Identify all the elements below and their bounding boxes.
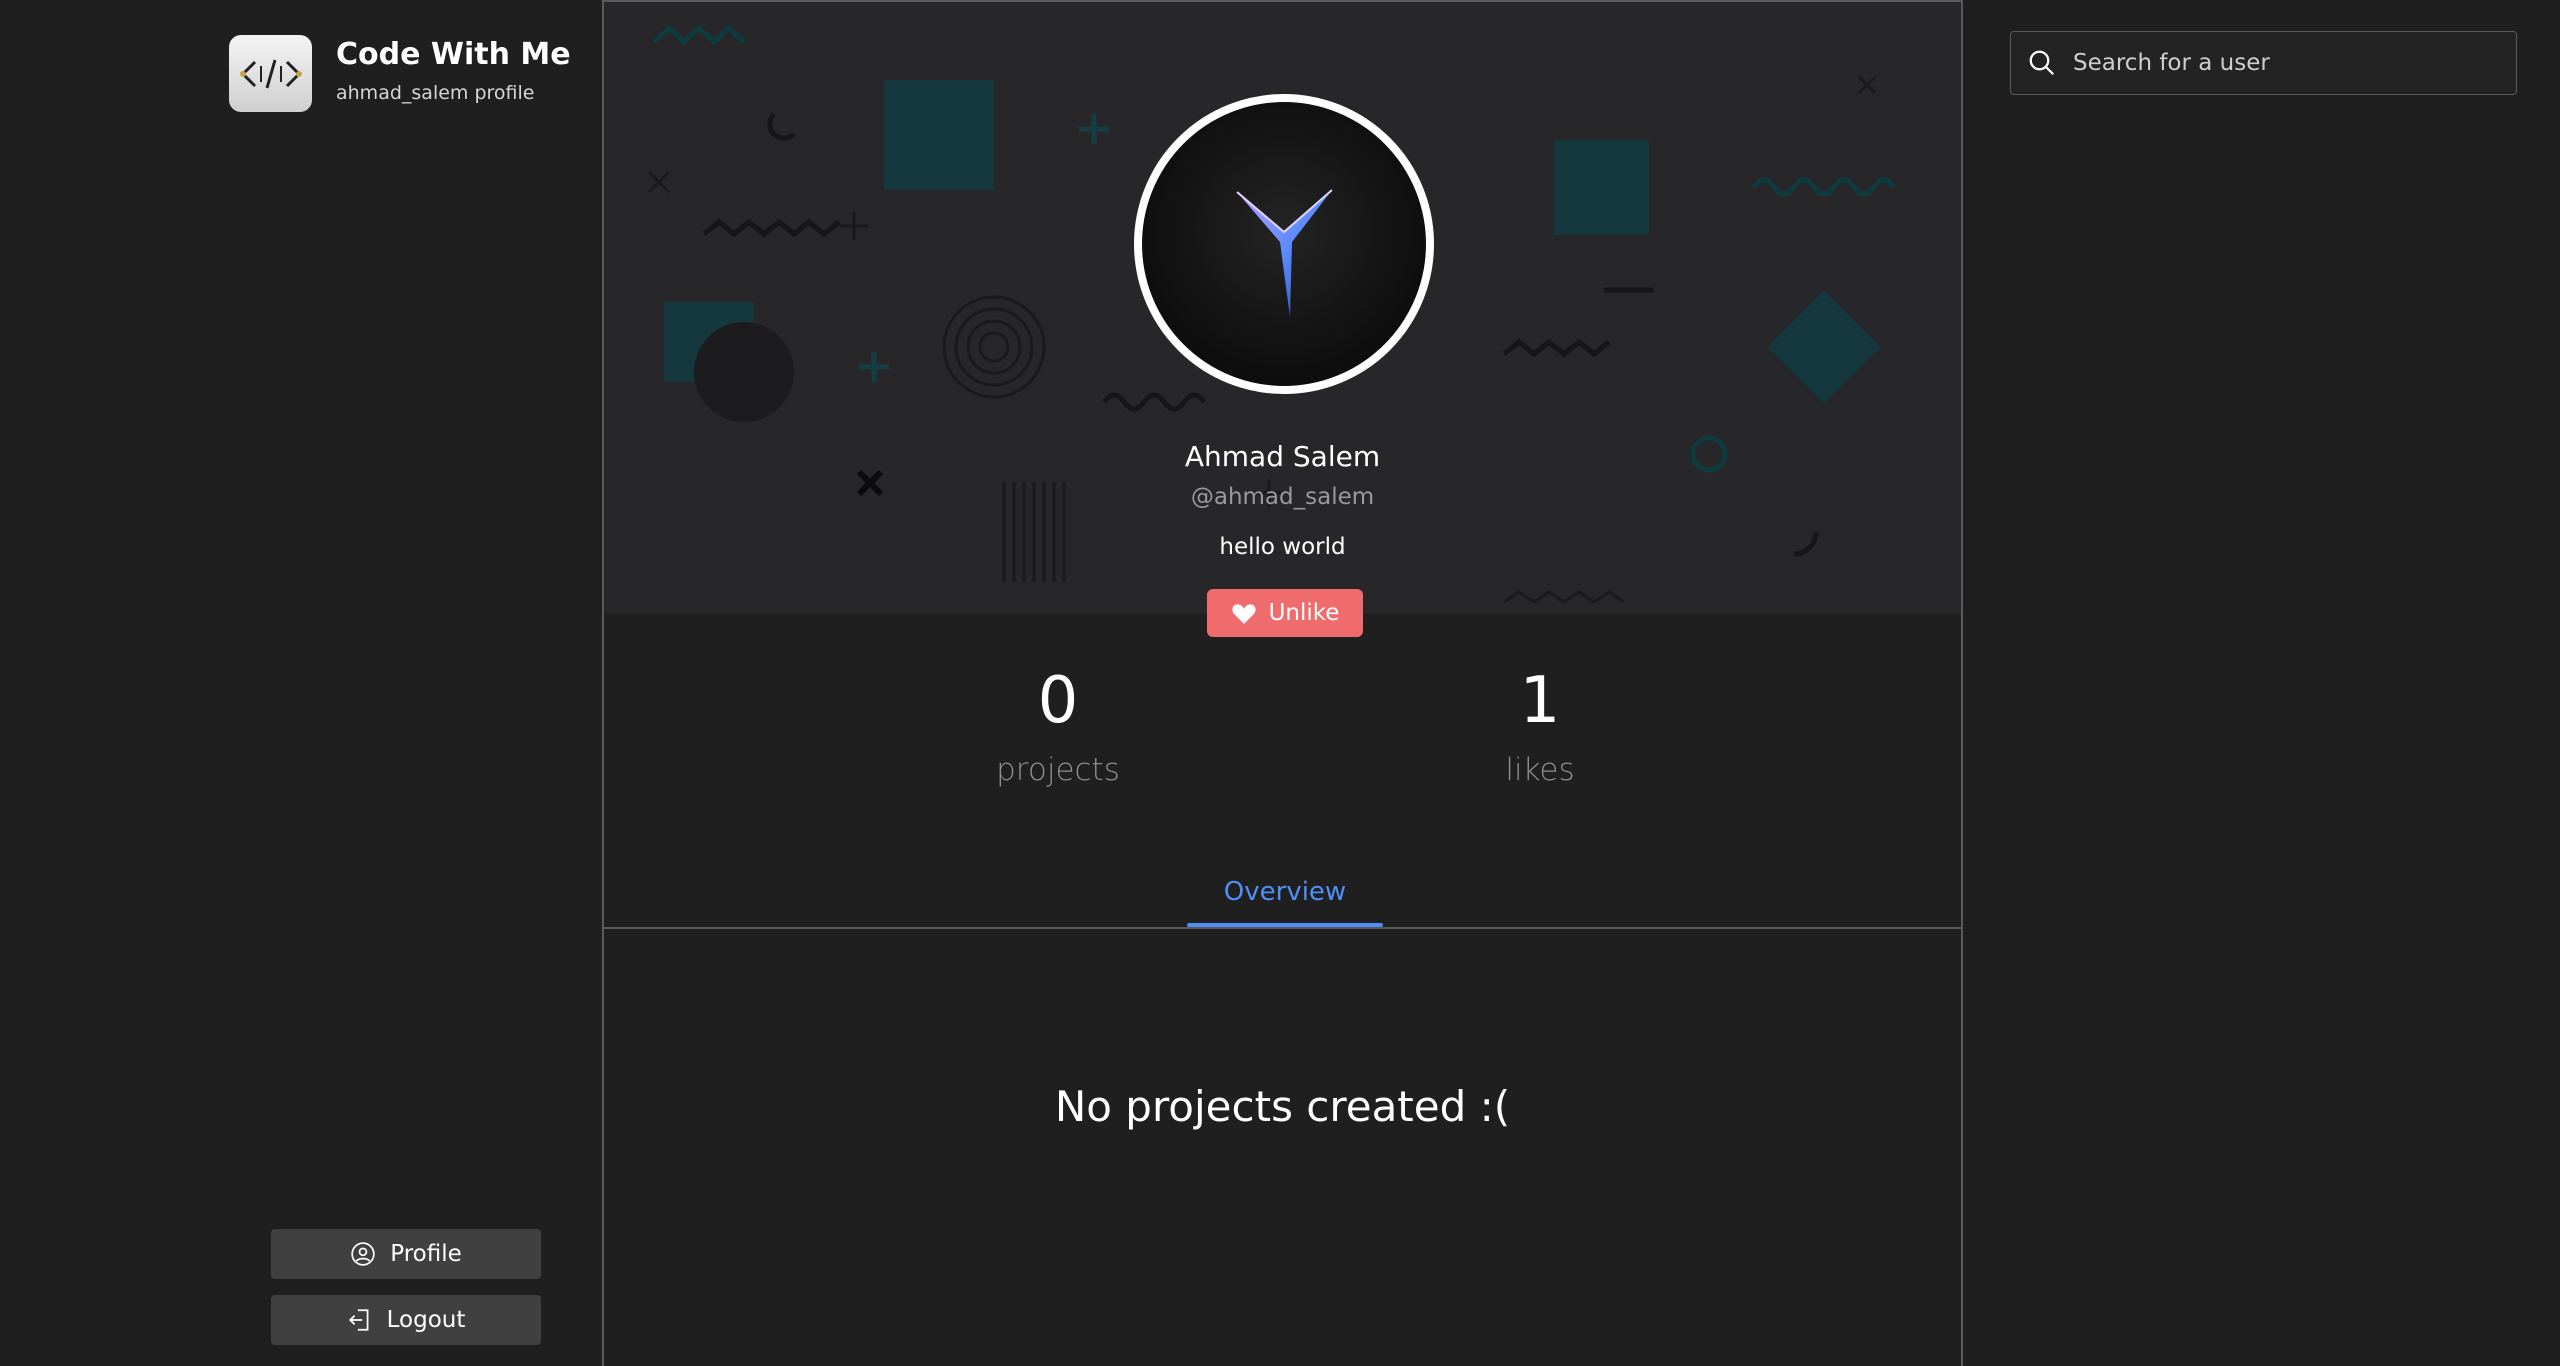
avatar	[1134, 94, 1434, 394]
projects-count: 0	[1037, 664, 1079, 738]
right-panel	[1963, 0, 2560, 1366]
projects-label: projects	[996, 752, 1120, 788]
profile-bio: hello world	[1219, 534, 1346, 560]
logout-button[interactable]: Logout	[271, 1295, 541, 1345]
profile-banner	[604, 2, 1961, 614]
logout-button-label: Logout	[386, 1307, 466, 1333]
unlike-button-label: Unlike	[1268, 600, 1340, 626]
user-search[interactable]	[2010, 31, 2517, 95]
projects-stat: 0 projects	[908, 664, 1208, 788]
profile-button[interactable]: Profile	[271, 1229, 541, 1279]
unlike-button[interactable]: Unlike	[1207, 589, 1363, 637]
brand: Code With Me ahmad_salem profile	[229, 35, 571, 112]
logout-icon	[348, 1309, 369, 1331]
app-subtitle: ahmad_salem profile	[336, 82, 535, 104]
profile-panel: Ahmad Salem @ahmad_salem hello world Unl…	[602, 0, 1963, 1366]
app-title: Code With Me	[336, 37, 571, 72]
likes-count: 1	[1519, 664, 1561, 738]
code-logo-icon	[229, 35, 312, 112]
empty-projects-message: No projects created :(	[1054, 1082, 1511, 1131]
heart-icon	[1232, 604, 1256, 624]
profile-handle: @ahmad_salem	[1190, 484, 1375, 510]
tab-divider	[604, 927, 1961, 929]
likes-label: likes	[1505, 752, 1575, 788]
tab-overview[interactable]: Overview	[1187, 877, 1383, 907]
user-circle-icon	[351, 1242, 375, 1266]
likes-stat: 1 likes	[1390, 664, 1690, 788]
profile-name: Ahmad Salem	[1184, 440, 1381, 473]
search-icon	[2029, 50, 2055, 76]
left-sidebar: Code With Me ahmad_salem profile Profile…	[0, 0, 602, 1366]
search-input[interactable]	[2071, 49, 2491, 77]
profile-button-label: Profile	[390, 1241, 462, 1267]
